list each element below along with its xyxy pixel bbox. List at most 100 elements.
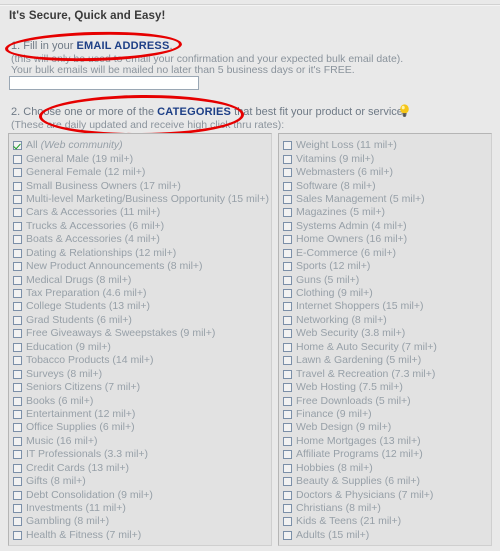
category-row[interactable]: Home Mortgages (13 mil+)	[283, 435, 491, 448]
category-row[interactable]: Cars & Accessories (11 mil+)	[13, 206, 271, 219]
category-row[interactable]: Clothing (9 mil+)	[283, 287, 491, 300]
category-row[interactable]: Finance (9 mil+)	[283, 408, 491, 421]
category-row[interactable]: General Male (19 mil+)	[13, 152, 271, 165]
category-row[interactable]: Christians (8 mil+)	[283, 502, 491, 515]
category-row[interactable]: Music (16 mil+)	[13, 435, 271, 448]
category-row[interactable]: Books (6 mil+)	[13, 394, 271, 407]
checkbox-icon[interactable]	[13, 423, 22, 433]
category-row[interactable]: Health & Fitness (7 mil+)	[13, 529, 271, 542]
checkbox-icon[interactable]	[283, 490, 292, 500]
checkbox-icon[interactable]	[13, 342, 22, 352]
checkbox-icon[interactable]	[13, 302, 22, 312]
category-row[interactable]: Medical Drugs (8 mil+)	[13, 273, 271, 286]
checkbox-icon[interactable]	[13, 248, 22, 258]
category-row[interactable]: Lawn & Gardening (5 mil+)	[283, 354, 491, 367]
checkbox-icon[interactable]	[283, 383, 292, 393]
category-row[interactable]: Gambling (8 mil+)	[13, 515, 271, 528]
checkbox-icon[interactable]	[283, 141, 292, 151]
checkbox-icon[interactable]	[283, 356, 292, 366]
category-row[interactable]: Trucks & Accessories (6 mil+)	[13, 220, 271, 233]
category-row[interactable]: College Students (13 mil+)	[13, 300, 271, 313]
checkbox-icon[interactable]	[283, 463, 292, 473]
checkbox-icon[interactable]	[13, 477, 22, 487]
category-row[interactable]: Systems Admin (4 mil+)	[283, 220, 491, 233]
checkbox-icon[interactable]	[13, 235, 22, 245]
category-row[interactable]: Web Design (9 mil+)	[283, 421, 491, 434]
category-row[interactable]: Office Supplies (6 mil+)	[13, 421, 271, 434]
category-row[interactable]: Weight Loss (11 mil+)	[283, 139, 491, 152]
checkbox-icon[interactable]	[13, 530, 22, 540]
checkbox-icon[interactable]	[13, 154, 22, 164]
checkbox-icon[interactable]	[283, 450, 292, 460]
checkbox-icon[interactable]	[13, 409, 22, 419]
checkbox-icon[interactable]	[283, 302, 292, 312]
checkbox-icon[interactable]	[283, 504, 292, 514]
category-row[interactable]: Tobacco Products (14 mil+)	[13, 354, 271, 367]
category-row[interactable]: Vitamins (9 mil+)	[283, 152, 491, 165]
category-row[interactable]: Internet Shoppers (15 mil+)	[283, 300, 491, 313]
checkbox-icon[interactable]	[13, 315, 22, 325]
category-row[interactable]: Debt Consolidation (9 mil+)	[13, 488, 271, 501]
category-row[interactable]: Tax Preparation (4.6 mil+)	[13, 287, 271, 300]
category-row[interactable]: Multi-level Marketing/Business Opportuni…	[13, 193, 271, 206]
checkbox-icon[interactable]	[283, 477, 292, 487]
category-row[interactable]: General Female (12 mil+)	[13, 166, 271, 179]
category-row[interactable]: Sales Management (5 mil+)	[283, 193, 491, 206]
category-row[interactable]: New Product Announcements (8 mil+)	[13, 260, 271, 273]
checkbox-icon[interactable]	[13, 262, 22, 272]
category-row[interactable]: E-Commerce (6 mil+)	[283, 247, 491, 260]
category-row[interactable]: Kids & Teens (21 mil+)	[283, 515, 491, 528]
checkbox-icon[interactable]	[13, 329, 22, 339]
category-row[interactable]: Investments (11 mil+)	[13, 502, 271, 515]
category-row[interactable]: Travel & Recreation (7.3 mil+)	[283, 367, 491, 380]
category-row[interactable]: Home Owners (16 mil+)	[283, 233, 491, 246]
checkbox-icon[interactable]	[13, 463, 22, 473]
checkbox-icon[interactable]	[13, 490, 22, 500]
checkbox-icon[interactable]	[13, 517, 22, 527]
checkbox-icon[interactable]	[283, 275, 292, 285]
checkbox-icon[interactable]	[283, 517, 292, 527]
checkbox-icon[interactable]	[283, 208, 292, 218]
checkbox-icon[interactable]	[13, 194, 22, 204]
lightbulb-icon[interactable]	[399, 104, 410, 117]
checkbox-icon[interactable]	[283, 396, 292, 406]
checkbox-icon[interactable]	[283, 315, 292, 325]
category-row[interactable]: Gifts (8 mil+)	[13, 475, 271, 488]
checkbox-icon[interactable]	[283, 154, 292, 164]
category-row[interactable]: Adults (15 mil+)	[283, 529, 491, 542]
category-row[interactable]: Beauty & Supplies (6 mil+)	[283, 475, 491, 488]
category-row[interactable]: Free Downloads (5 mil+)	[283, 394, 491, 407]
checkbox-icon[interactable]	[13, 275, 22, 285]
checkbox-icon[interactable]	[283, 409, 292, 419]
category-row[interactable]: All (Web community)	[13, 139, 271, 152]
category-row[interactable]: Dating & Relationships (12 mil+)	[13, 247, 271, 260]
category-row[interactable]: Networking (8 mil+)	[283, 314, 491, 327]
checkbox-icon[interactable]	[13, 289, 22, 299]
category-row[interactable]: Boats & Accessories (4 mil+)	[13, 233, 271, 246]
checkbox-checked-icon[interactable]	[13, 141, 22, 151]
checkbox-icon[interactable]	[283, 289, 292, 299]
checkbox-icon[interactable]	[13, 383, 22, 393]
checkbox-icon[interactable]	[283, 194, 292, 204]
checkbox-icon[interactable]	[13, 356, 22, 366]
checkbox-icon[interactable]	[283, 436, 292, 446]
checkbox-icon[interactable]	[283, 221, 292, 231]
checkbox-icon[interactable]	[13, 181, 22, 191]
checkbox-icon[interactable]	[13, 168, 22, 178]
checkbox-icon[interactable]	[283, 423, 292, 433]
checkbox-icon[interactable]	[283, 181, 292, 191]
category-row[interactable]: Guns (5 mil+)	[283, 273, 491, 286]
category-row[interactable]: Software (8 mil+)	[283, 179, 491, 192]
category-row[interactable]: Web Security (3.8 mil+)	[283, 327, 491, 340]
category-row[interactable]: IT Professionals (3.3 mil+)	[13, 448, 271, 461]
category-row[interactable]: Small Business Owners (17 mil+)	[13, 179, 271, 192]
checkbox-icon[interactable]	[13, 450, 22, 460]
email-field[interactable]	[9, 76, 199, 90]
category-row[interactable]: Affiliate Programs (12 mil+)	[283, 448, 491, 461]
category-row[interactable]: Webmasters (6 mil+)	[283, 166, 491, 179]
category-row[interactable]: Education (9 mil+)	[13, 341, 271, 354]
category-row[interactable]: Doctors & Physicians (7 mil+)	[283, 488, 491, 501]
category-row[interactable]: Hobbies (8 mil+)	[283, 462, 491, 475]
category-row[interactable]: Sports (12 mil+)	[283, 260, 491, 273]
checkbox-icon[interactable]	[283, 329, 292, 339]
